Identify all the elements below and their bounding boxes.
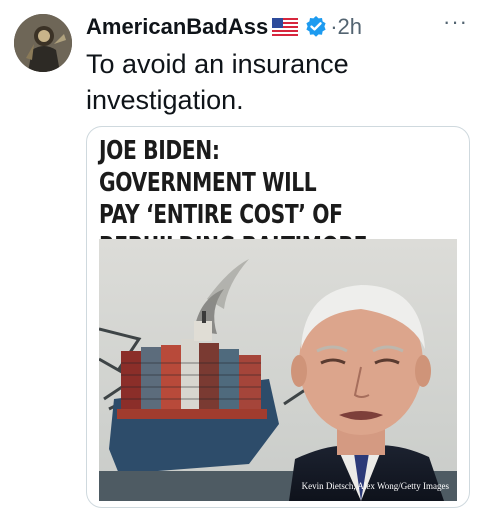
media-card[interactable]: JOE BIDEN: GOVERNMENT WILL PAY ‘ENTIRE C…	[86, 126, 470, 508]
avatar[interactable]	[14, 14, 72, 72]
separator-dot: ·	[330, 14, 338, 39]
tweet-text: To avoid an insurance investigation.	[86, 49, 349, 115]
author-name[interactable]: AmericanBadAss	[86, 14, 268, 40]
us-flag-icon	[272, 18, 299, 36]
news-photo-illustration	[99, 239, 457, 501]
avatar-image	[14, 14, 72, 72]
tweet-header: AmericanBadAss · 2h	[86, 12, 466, 42]
news-photo: Kevin Dietsch, Alex Wong/Getty Images	[99, 239, 457, 501]
photo-credit: Kevin Dietsch, Alex Wong/Getty Images	[301, 481, 449, 491]
more-options-icon[interactable]: ···	[443, 11, 468, 33]
timestamp[interactable]: 2h	[338, 14, 362, 40]
verified-badge-icon[interactable]	[304, 15, 328, 39]
